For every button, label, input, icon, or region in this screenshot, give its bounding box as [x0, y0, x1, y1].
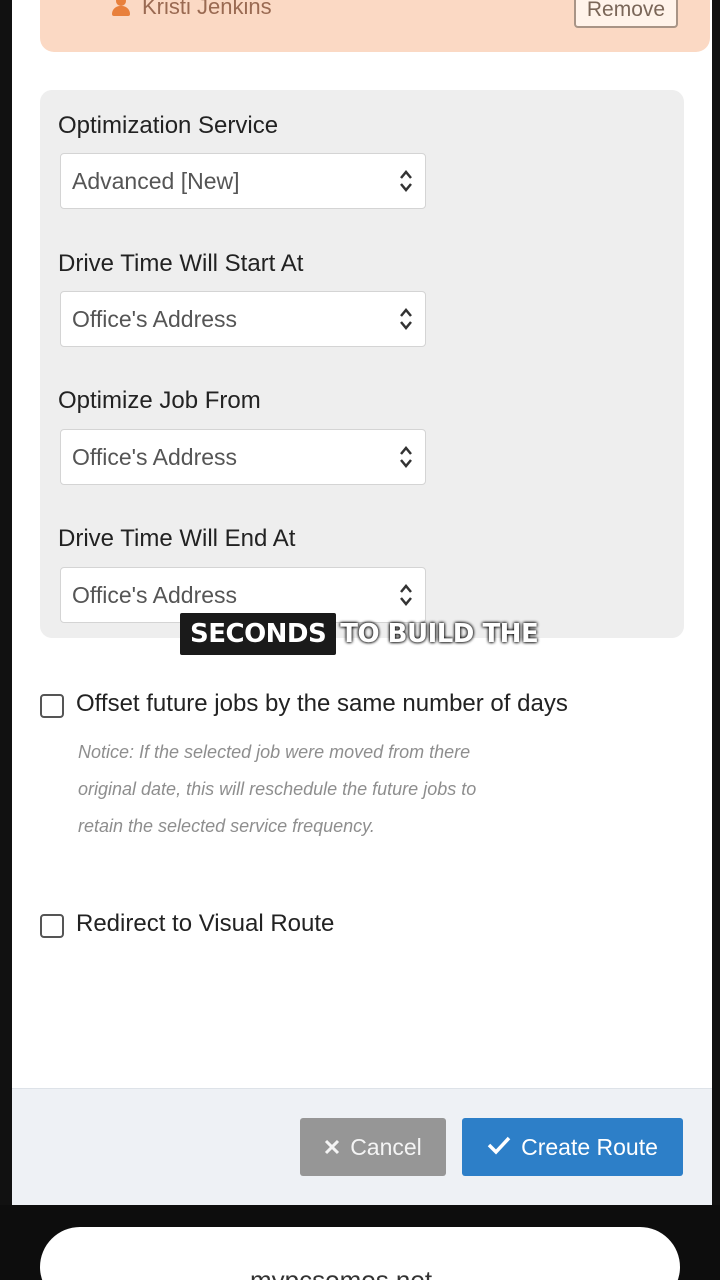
optimization-service-value: Advanced [New]	[72, 168, 240, 194]
drive-end-value: Office's Address	[72, 582, 238, 608]
optimization-service-select[interactable]: Advanced [New]	[60, 153, 426, 209]
create-route-button[interactable]: Create Route	[462, 1118, 683, 1176]
optimization-service-label: Optimization Service	[58, 112, 279, 139]
offset-jobs-checkbox[interactable]	[40, 694, 64, 718]
route-settings-panel: Optimization Service Advanced [New] Driv…	[40, 90, 684, 638]
app-screen: Kristi Jenkins Remove Optimization Servi…	[12, 0, 712, 1205]
drive-start-value: Office's Address	[72, 306, 238, 332]
cancel-label: Cancel	[350, 1133, 422, 1160]
user-icon	[110, 0, 132, 18]
offset-jobs-label: Offset future jobs by the same number of…	[76, 690, 568, 717]
offset-notice: Notice: If the selected job were moved f…	[78, 742, 477, 836]
redirect-visual-route-option[interactable]: Redirect to Visual Route	[40, 910, 334, 938]
caption-text: TO BUILD THE	[340, 619, 539, 649]
assignee-bar: Kristi Jenkins Remove	[40, 0, 710, 52]
drive-start-select[interactable]: Office's Address	[60, 291, 426, 347]
optimize-from-value: Office's Address	[72, 444, 238, 470]
remove-button[interactable]: Remove	[574, 0, 678, 28]
cancel-button[interactable]: Cancel	[300, 1118, 446, 1176]
browser-bottom-bar: mypcsomos.net	[0, 1205, 720, 1280]
video-caption: SECONDS TO BUILD THE	[180, 613, 539, 655]
optimize-from-select[interactable]: Office's Address	[60, 429, 426, 485]
create-route-label: Create Route	[521, 1133, 658, 1160]
select-arrows-icon	[399, 168, 413, 194]
assignee-name: Kristi Jenkins	[142, 0, 272, 19]
select-arrows-icon	[399, 582, 413, 608]
select-arrows-icon	[399, 306, 413, 332]
close-icon	[324, 1134, 340, 1161]
optimize-from-label: Optimize Job From	[58, 387, 261, 414]
redirect-visual-route-checkbox[interactable]	[40, 914, 64, 938]
caption-highlight: SECONDS	[180, 613, 337, 655]
url-text: mypcsomos.net	[250, 1265, 433, 1280]
drive-end-label: Drive Time Will End At	[58, 525, 296, 552]
checkmark-icon	[487, 1134, 511, 1161]
address-bar[interactable]: mypcsomos.net	[40, 1227, 680, 1280]
select-arrows-icon	[399, 444, 413, 470]
redirect-visual-route-label: Redirect to Visual Route	[76, 910, 335, 937]
offset-jobs-option[interactable]: Offset future jobs by the same number of…	[40, 690, 568, 718]
drive-start-label: Drive Time Will Start At	[58, 250, 304, 277]
modal-footer: Cancel Create Route	[12, 1088, 712, 1205]
